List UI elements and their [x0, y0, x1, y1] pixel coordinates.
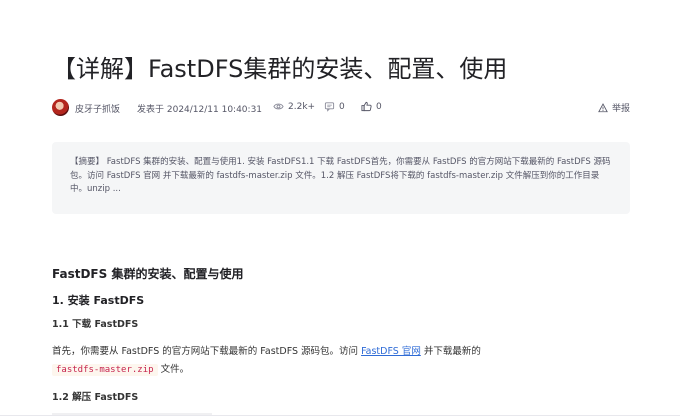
para-text-before-link: 首先，你需要从 FastDFS 的官方网站下载最新的 FastDFS 源码包。访… — [52, 346, 362, 357]
likes-stat[interactable]: 0 — [361, 101, 382, 112]
download-paragraph: 首先，你需要从 FastDFS 的官方网站下载最新的 FastDFS 源码包。访… — [52, 343, 630, 379]
report-button[interactable]: 举报 — [598, 101, 630, 114]
views-count: 2.2k+ — [288, 101, 316, 112]
article-meta: 皮牙子抓饭 发表于 2024/12/11 10:40:31 2.2k+ 0 0 … — [52, 98, 630, 118]
section-heading: FastDFS 集群的安装、配置与使用 — [52, 267, 244, 281]
author-name[interactable]: 皮牙子抓饭 — [75, 102, 120, 115]
para-text-tail: 文件。 — [157, 364, 190, 375]
likes-count: 0 — [376, 101, 382, 112]
para-text-after-link: 并下载最新的 — [420, 346, 481, 357]
comments-stat[interactable]: 0 — [324, 101, 345, 112]
article-summary: 【摘要】 FastDFS 集群的安装、配置与使用1. 安装 FastDFS1.1… — [52, 142, 630, 214]
step-heading-unzip: 1.2 解压 FastDFS — [52, 392, 139, 403]
comment-icon — [324, 102, 335, 112]
report-label: 举报 — [611, 104, 630, 114]
inline-code-filename: fastdfs-master.zip — [52, 364, 158, 376]
views-stat: 2.2k+ — [273, 101, 315, 112]
step-heading-download: 1.1 下载 FastDFS — [52, 319, 139, 330]
warning-icon — [598, 102, 608, 112]
article-title: 【详解】FastDFS集群的安装、配置、使用 — [52, 55, 508, 83]
subsection-heading-install: 1. 安装 FastDFS — [52, 294, 145, 307]
comments-count: 0 — [339, 101, 345, 112]
summary-text: 【摘要】 FastDFS 集群的安装、配置与使用1. 安装 FastDFS1.1… — [70, 157, 611, 194]
thumbs-up-icon — [361, 101, 372, 112]
posted-time: 发表于 2024/12/11 10:40:31 — [137, 105, 263, 115]
fastdfs-official-site-link[interactable]: FastDFS 官网 — [361, 346, 421, 357]
author-avatar[interactable] — [52, 99, 69, 116]
eye-icon — [273, 103, 284, 110]
